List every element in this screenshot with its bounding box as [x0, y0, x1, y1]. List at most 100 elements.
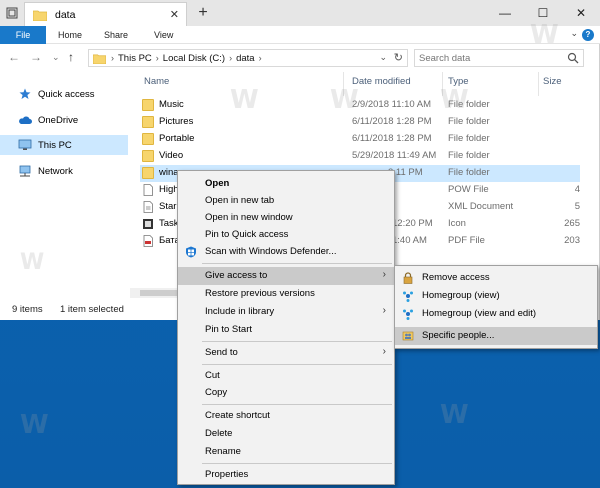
- menu-item-properties[interactable]: Properties: [178, 466, 394, 484]
- folder-icon: [142, 167, 154, 179]
- folder-icon: [142, 150, 154, 162]
- submenu-arrow-icon: ›: [382, 269, 386, 280]
- selection-count: 1 item selected: [60, 304, 124, 315]
- nav-label: OneDrive: [38, 114, 79, 126]
- file-icon: [143, 184, 153, 196]
- nav-onedrive[interactable]: OneDrive: [0, 110, 128, 130]
- search-box[interactable]: [414, 49, 584, 67]
- nav-quick-access[interactable]: Quick access: [0, 84, 128, 104]
- maximize-button[interactable]: ☐: [524, 0, 562, 26]
- menu-item-create-shortcut[interactable]: Create shortcut: [178, 407, 394, 425]
- search-icon: [567, 52, 579, 64]
- menu-item-rename[interactable]: Rename: [178, 443, 394, 461]
- table-row[interactable]: Pictures 6/11/2018 1:28 PM File folder: [140, 114, 580, 131]
- menu-item-delete[interactable]: Delete: [178, 425, 394, 443]
- folder-icon: [93, 53, 106, 64]
- ribbon-tab-share[interactable]: Share: [104, 26, 128, 44]
- address-dropdown-icon[interactable]: ⌄: [379, 52, 387, 63]
- homegroup-icon: [403, 309, 413, 320]
- up-arrow-icon[interactable]: ↑: [68, 50, 74, 64]
- tab-data[interactable]: data ✕: [24, 2, 187, 26]
- menu-separator: [202, 341, 392, 342]
- breadcrumb-chevron-icon[interactable]: ›: [156, 53, 159, 63]
- menu-item-copy[interactable]: Copy: [178, 384, 394, 402]
- column-header-name[interactable]: Name: [144, 76, 169, 87]
- people-icon: [402, 331, 414, 341]
- homegroup-icon: [403, 291, 413, 302]
- breadcrumb-this-pc[interactable]: This PC: [118, 53, 152, 64]
- recent-locations-icon[interactable]: ⌄: [52, 52, 60, 63]
- defender-shield-icon: [186, 246, 196, 258]
- submenu-item-remove-access[interactable]: Remove access: [395, 269, 597, 287]
- menu-item-open-new-tab[interactable]: Open in new tab: [178, 192, 394, 210]
- nav-this-pc[interactable]: This PC: [0, 135, 128, 155]
- nav-label: Network: [38, 165, 73, 177]
- expand-ribbon-icon[interactable]: ⌄: [570, 28, 578, 39]
- back-arrow-icon[interactable]: ←: [8, 50, 20, 64]
- star-icon: [19, 88, 31, 99]
- menu-separator: [202, 263, 392, 264]
- close-button[interactable]: ✕: [562, 0, 600, 26]
- xml-file-icon: [143, 201, 153, 213]
- menu-item-open-new-window[interactable]: Open in new window: [178, 209, 394, 227]
- lock-icon: [403, 272, 413, 284]
- refresh-icon[interactable]: ↻: [394, 51, 403, 64]
- breadcrumb-local-disk[interactable]: Local Disk (C:): [163, 53, 225, 64]
- menu-item-send-to[interactable]: Send to ›: [178, 344, 394, 362]
- table-row[interactable]: Portable 6/11/2018 1:28 PM File folder: [140, 131, 580, 148]
- menu-item-pin-quick-access[interactable]: Pin to Quick access: [178, 226, 394, 244]
- column-divider[interactable]: [442, 72, 443, 96]
- menu-separator: [202, 463, 392, 464]
- column-header-type[interactable]: Type: [448, 76, 469, 87]
- pdf-file-icon: [143, 235, 153, 247]
- network-icon: [19, 165, 31, 177]
- menu-separator: [202, 364, 392, 365]
- column-header-date[interactable]: Date modified: [352, 76, 411, 87]
- cloud-icon: [19, 116, 32, 124]
- menu-item-restore-versions[interactable]: Restore previous versions: [178, 285, 394, 303]
- breadcrumb-chevron-icon[interactable]: ›: [259, 53, 262, 63]
- context-menu: Open Open in new tab Open in new window …: [177, 170, 395, 485]
- ribbon-tabs: File Home Share View ⌄ ?: [0, 26, 600, 44]
- submenu-item-homegroup-view[interactable]: Homegroup (view): [395, 287, 597, 305]
- address-bar[interactable]: › This PC › Local Disk (C:) › data › ⌄ ↻: [88, 49, 408, 67]
- menu-item-open[interactable]: Open: [178, 175, 394, 193]
- system-menu-icon[interactable]: [0, 0, 24, 26]
- navigation-pane: Quick access OneDrive This PC Network: [0, 72, 128, 300]
- ribbon-tab-home[interactable]: Home: [58, 26, 82, 44]
- tab-title: data: [55, 8, 76, 21]
- folder-icon: [33, 10, 47, 21]
- menu-item-scan-defender[interactable]: Scan with Windows Defender...: [178, 243, 394, 261]
- close-tab-icon[interactable]: ✕: [170, 8, 179, 21]
- menu-item-include-library[interactable]: Include in library ›: [178, 303, 394, 321]
- icon-file-icon: [143, 219, 153, 229]
- menu-item-give-access[interactable]: Give access to ›: [178, 267, 394, 285]
- new-tab-button[interactable]: +: [192, 2, 214, 24]
- table-row[interactable]: Music 2/9/2018 11:10 AM File folder: [140, 97, 580, 114]
- menu-separator: [202, 404, 392, 405]
- breadcrumb-chevron-icon[interactable]: ›: [229, 53, 232, 63]
- nav-label: This PC: [38, 139, 72, 151]
- nav-network[interactable]: Network: [0, 161, 128, 181]
- menu-item-pin-start[interactable]: Pin to Start: [178, 321, 394, 339]
- submenu-item-specific-people[interactable]: Specific people...: [395, 327, 597, 345]
- column-header-size[interactable]: Size: [543, 76, 561, 87]
- breadcrumb-chevron-icon[interactable]: ›: [111, 53, 114, 63]
- help-icon[interactable]: ?: [582, 29, 594, 41]
- title-bar: data ✕ + — ☐ ✕: [0, 0, 600, 26]
- table-row[interactable]: Video 5/29/2018 11:49 AM File folder: [140, 148, 580, 165]
- computer-icon: [18, 139, 32, 150]
- minimize-button[interactable]: —: [486, 0, 524, 26]
- forward-arrow-icon[interactable]: →: [30, 50, 42, 64]
- ribbon-tab-view[interactable]: View: [154, 26, 173, 44]
- menu-item-cut[interactable]: Cut: [178, 367, 394, 385]
- nav-label: Quick access: [38, 88, 95, 100]
- ribbon-tab-file[interactable]: File: [0, 26, 46, 44]
- submenu-item-homegroup-edit[interactable]: Homegroup (view and edit): [395, 305, 597, 323]
- breadcrumb-data[interactable]: data: [236, 53, 255, 64]
- search-input[interactable]: [415, 50, 555, 66]
- folder-icon: [142, 116, 154, 128]
- submenu-arrow-icon: ›: [382, 346, 386, 357]
- column-divider[interactable]: [343, 72, 344, 96]
- column-divider[interactable]: [538, 72, 539, 96]
